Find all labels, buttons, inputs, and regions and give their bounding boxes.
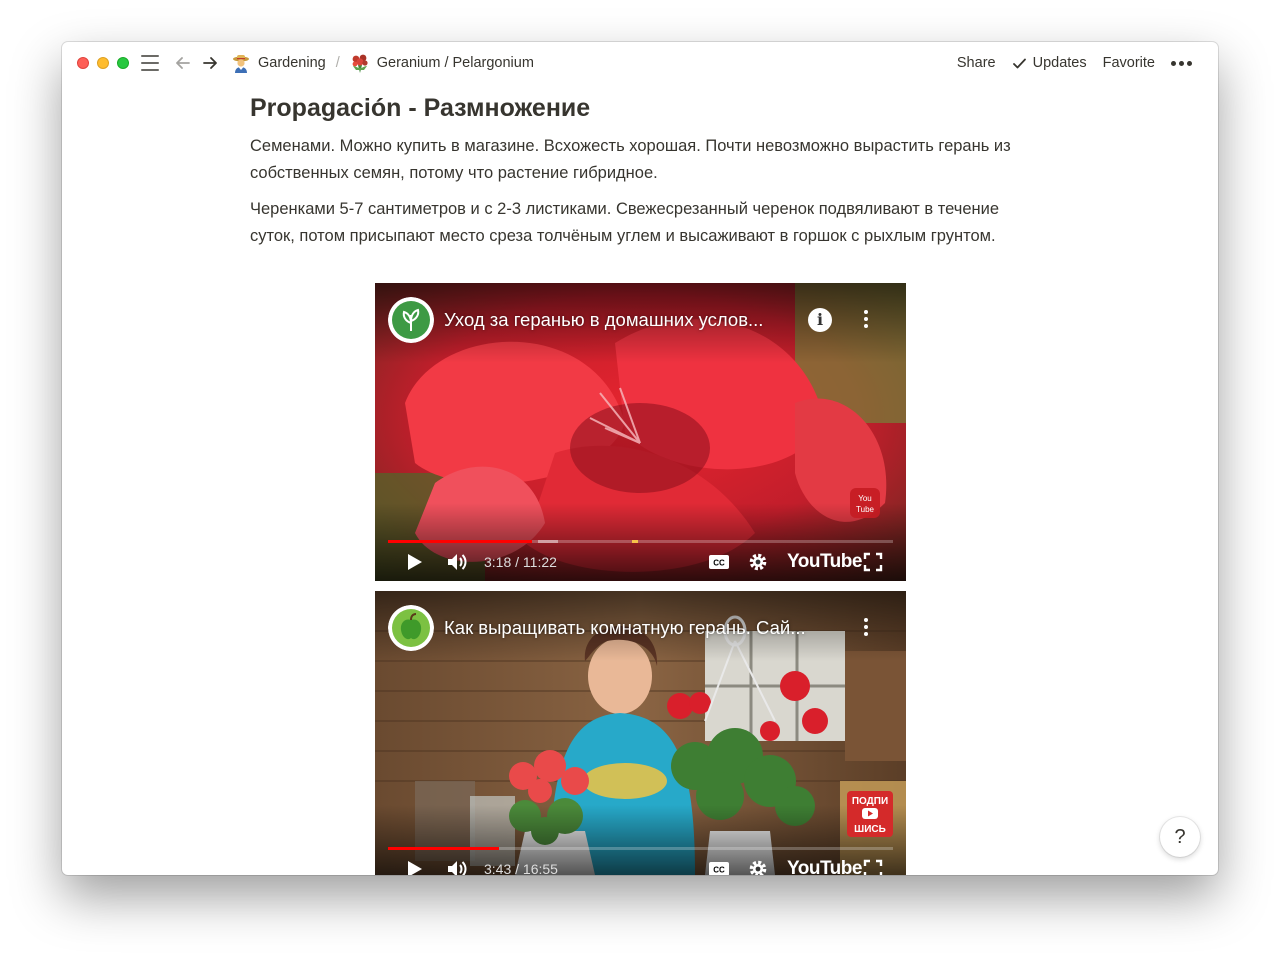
channel-logo-icon[interactable] xyxy=(388,605,434,651)
help-button[interactable]: ? xyxy=(1160,817,1200,857)
captions-icon[interactable]: CC xyxy=(708,861,730,875)
breadcrumb-label: Gardening xyxy=(258,55,326,71)
more-options-icon[interactable] xyxy=(1163,57,1200,70)
updates-button[interactable]: Updates xyxy=(1004,51,1095,75)
video-more-icon[interactable] xyxy=(864,310,868,328)
captions-icon[interactable]: CC xyxy=(708,554,730,570)
video-time: 3:43 / 16:55 xyxy=(484,861,558,875)
fullscreen-icon[interactable] xyxy=(863,859,883,875)
channel-logo-icon[interactable] xyxy=(388,297,434,343)
info-icon[interactable]: i xyxy=(808,308,832,332)
favorite-label: Favorite xyxy=(1102,55,1155,71)
share-label: Share xyxy=(956,55,996,71)
breadcrumb: Gardening / Geranium / Pelargonium xyxy=(231,53,534,73)
video-embed-1[interactable]: You Tube Уход за геранью в домашних усло… xyxy=(375,283,906,581)
updates-label: Updates xyxy=(1032,55,1087,71)
breadcrumb-item-geranium[interactable]: Geranium / Pelargonium xyxy=(350,53,534,73)
settings-gear-icon[interactable] xyxy=(748,859,768,875)
video-title[interactable]: Как выращивать комнатную герань. Сай... xyxy=(444,617,806,639)
youtube-logo[interactable]: YouTube xyxy=(787,551,862,573)
video-more-icon[interactable] xyxy=(864,618,868,636)
breadcrumb-separator: / xyxy=(335,55,340,71)
settings-gear-icon[interactable] xyxy=(748,552,768,572)
video-title[interactable]: Уход за геранью в домашних услов... xyxy=(444,309,763,331)
sidebar-toggle-icon[interactable] xyxy=(141,55,159,71)
page-content: Propagación - Размножение Семенами. Можн… xyxy=(250,84,1040,250)
volume-icon[interactable] xyxy=(447,859,469,875)
forward-arrow-icon[interactable] xyxy=(201,54,219,72)
share-button[interactable]: Share xyxy=(949,51,1004,75)
section-heading: Propagación - Размножение xyxy=(250,94,591,122)
app-window: Gardening / Geranium / Pelargonium Share xyxy=(62,42,1218,875)
svg-text:You: You xyxy=(858,494,872,503)
fullscreen-icon[interactable] xyxy=(863,552,883,572)
top-bar: Gardening / Geranium / Pelargonium Share xyxy=(62,42,1218,84)
toolbar-actions: Share Updates Favorite xyxy=(949,51,1200,75)
video-time: 3:18 / 11:22 xyxy=(484,554,557,570)
checkmark-icon xyxy=(1012,58,1026,68)
video-embed-2[interactable]: ПОДПИ ШИСЬ Как выращивать комнатную гера… xyxy=(375,591,906,875)
svg-text:ШИСЬ: ШИСЬ xyxy=(854,824,886,835)
back-arrow-icon[interactable] xyxy=(174,54,192,72)
breadcrumb-item-gardening[interactable]: Gardening xyxy=(231,53,326,73)
play-icon[interactable] xyxy=(407,553,423,571)
maximize-window-button[interactable] xyxy=(117,57,129,69)
farmer-emoji-icon xyxy=(233,55,249,73)
svg-text:ПОДПИ: ПОДПИ xyxy=(852,796,888,807)
volume-icon[interactable] xyxy=(447,552,469,572)
svg-text:Tube: Tube xyxy=(856,505,874,514)
breadcrumb-label: Geranium / Pelargonium xyxy=(376,55,534,71)
svg-text:CC: CC xyxy=(713,866,725,875)
minimize-window-button[interactable] xyxy=(97,57,109,69)
play-icon[interactable] xyxy=(407,860,423,875)
paragraph-seeds[interactable]: Семенами. Можно купить в магазине. Всхож… xyxy=(250,133,1040,187)
favorite-button[interactable]: Favorite xyxy=(1095,51,1163,75)
bouquet-emoji-icon xyxy=(352,54,368,73)
video-controls: 3:18 / 11:22 CC YouTube xyxy=(375,542,906,581)
youtube-logo[interactable]: YouTube xyxy=(787,858,862,875)
svg-text:CC: CC xyxy=(713,559,725,568)
window-controls xyxy=(77,57,129,69)
paragraph-cuttings[interactable]: Черенками 5-7 сантиметров и с 2-3 листик… xyxy=(250,196,1040,250)
video-controls: 3:43 / 16:55 CC YouTube xyxy=(375,849,906,875)
close-window-button[interactable] xyxy=(77,57,89,69)
